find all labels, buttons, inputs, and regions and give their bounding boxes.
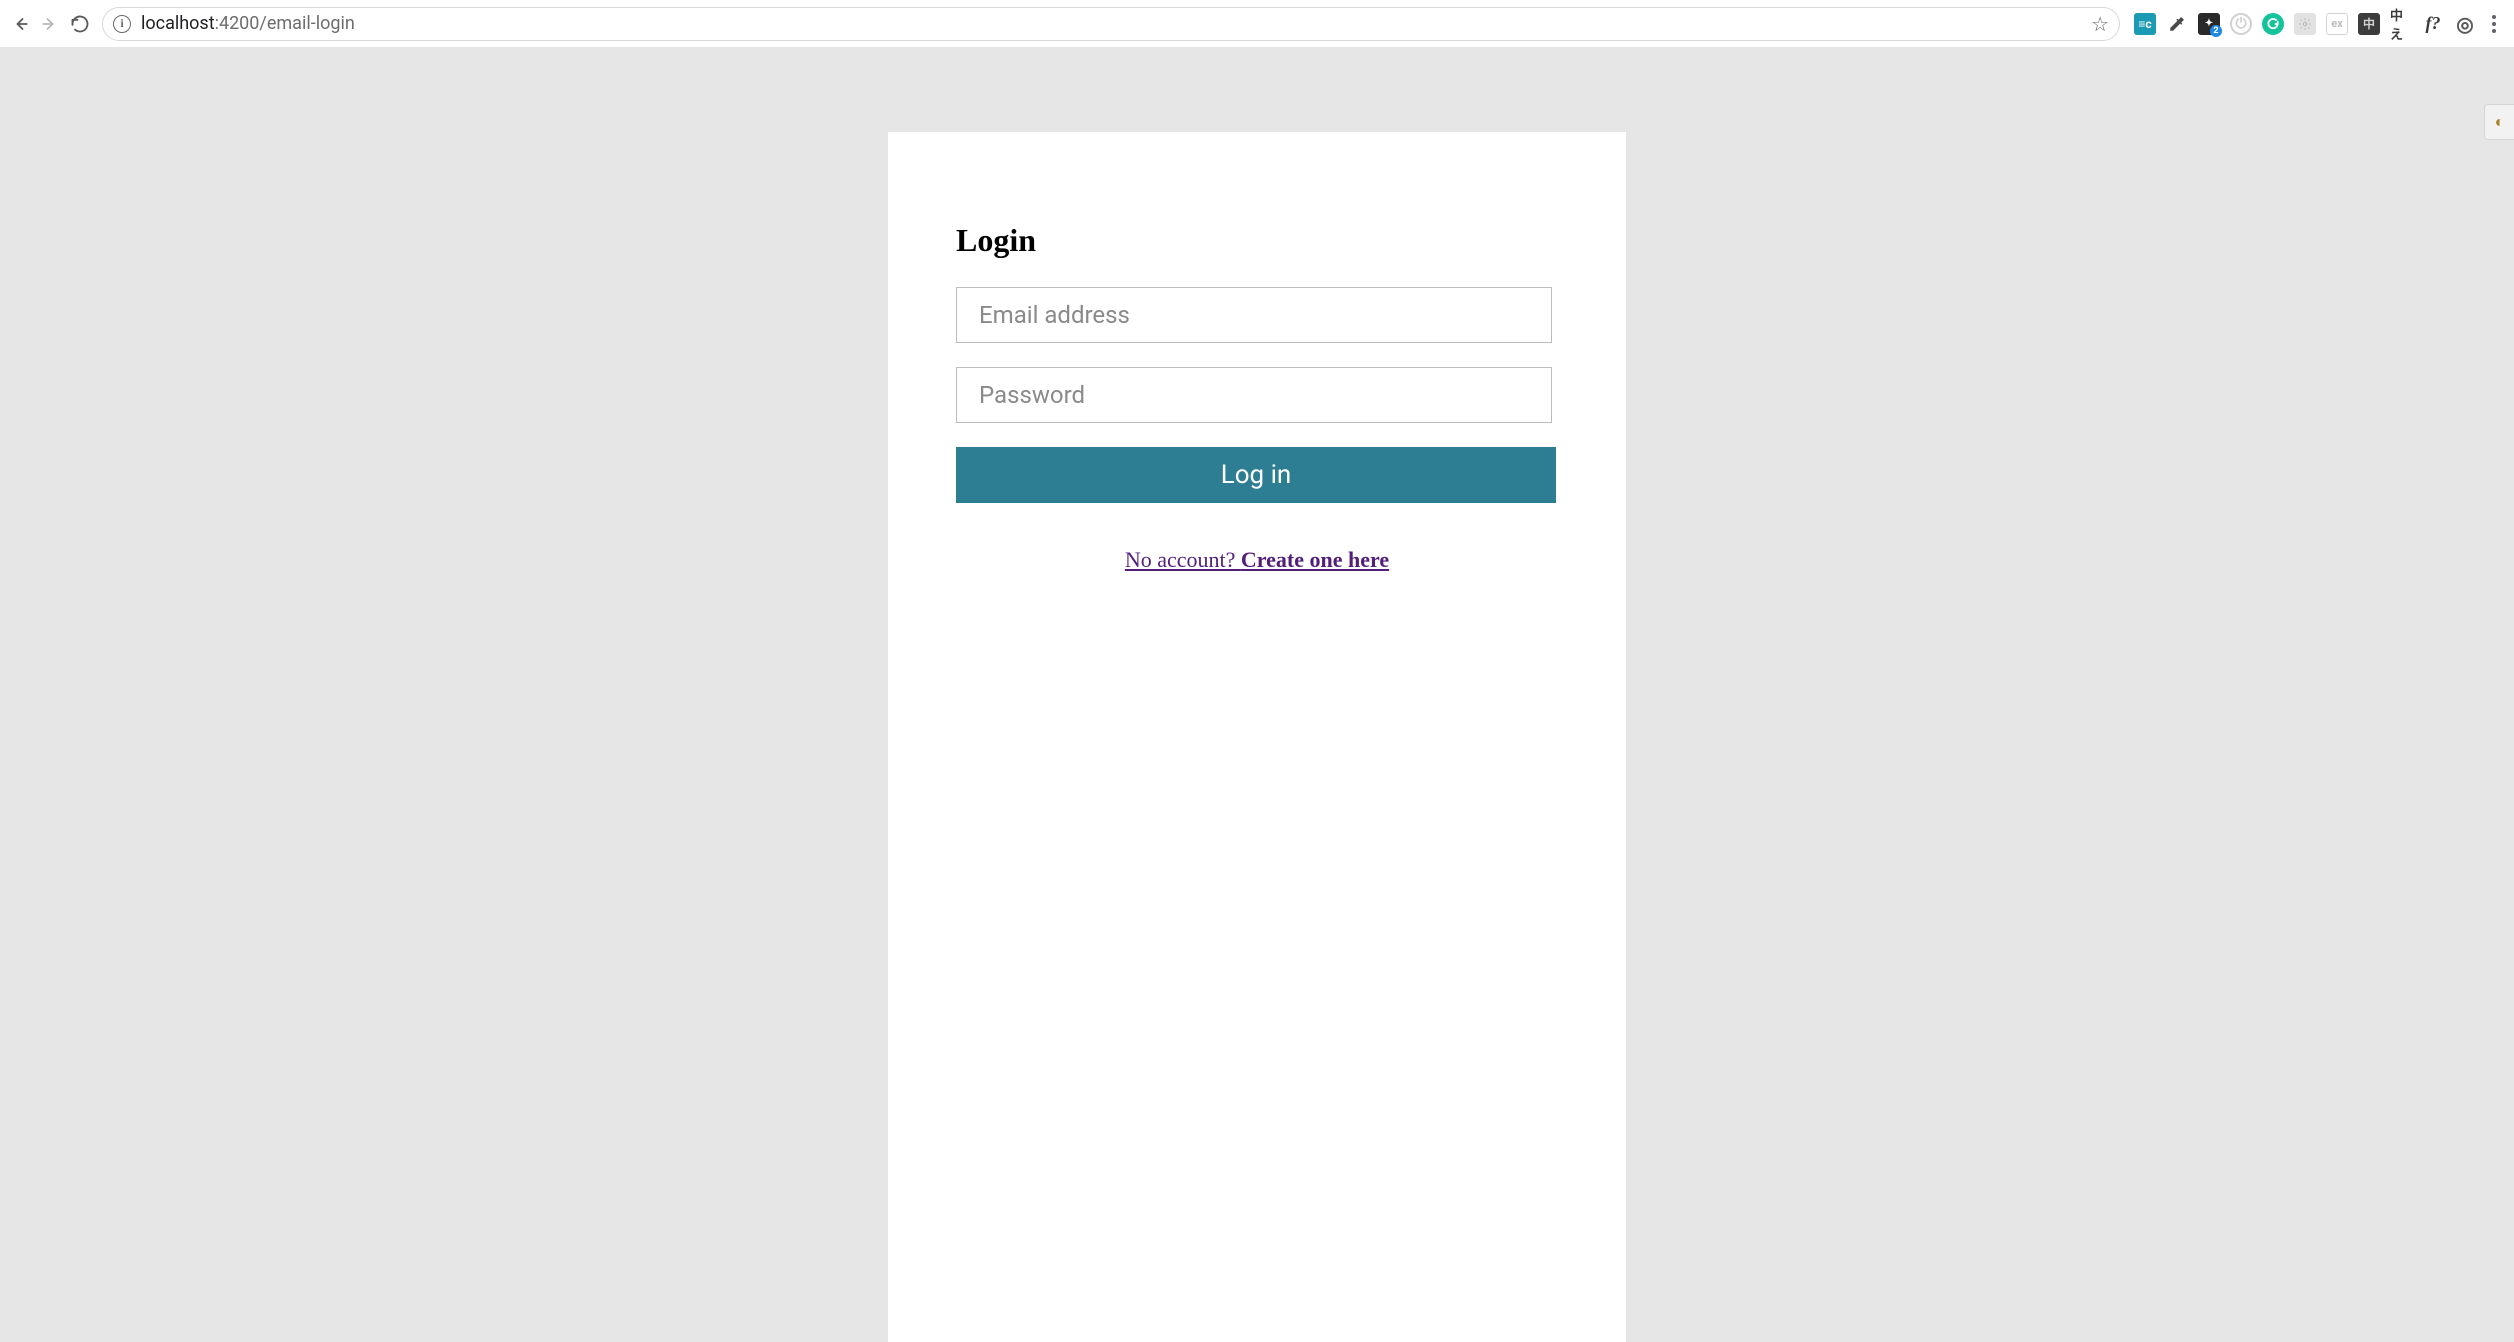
address-bar[interactable]: i localhost:4200/email-login ☆ (102, 7, 2120, 41)
url-host: localhost (141, 13, 215, 34)
eyedropper-icon[interactable] (2166, 13, 2188, 35)
signup-row: No account? Create one here (956, 547, 1558, 573)
url-text: localhost:4200/email-login (141, 13, 2081, 34)
floating-badge-icon[interactable]: ◐ (2484, 104, 2514, 140)
signup-link[interactable]: No account? Create one here (1125, 547, 1389, 572)
extension-icon[interactable]: 中 (2358, 13, 2380, 35)
email-field[interactable] (956, 287, 1552, 343)
extension-icon[interactable]: f? (2422, 13, 2444, 35)
nav-controls (10, 14, 94, 34)
password-field[interactable] (956, 367, 1552, 423)
login-card: Login Log in No account? Create one here (888, 132, 1626, 1342)
extension-icon[interactable]: ≡c (2134, 13, 2156, 35)
login-button[interactable]: Log in (956, 447, 1556, 503)
browser-toolbar: i localhost:4200/email-login ☆ ≡c ✦ ⏻ ex… (0, 0, 2514, 48)
forward-button[interactable] (40, 14, 60, 34)
extension-icon[interactable] (2294, 13, 2316, 35)
grammarly-icon[interactable] (2262, 13, 2284, 35)
extension-icon[interactable]: ⏻ (2230, 13, 2252, 35)
page-viewport: ◐ Login Log in No account? Create one he… (0, 48, 2514, 1342)
back-button[interactable] (10, 14, 30, 34)
reload-button[interactable] (70, 14, 90, 34)
extension-icon[interactable]: ✦ (2198, 13, 2220, 35)
bookmark-star-icon[interactable]: ☆ (2091, 12, 2109, 36)
page-title: Login (956, 222, 1558, 259)
signup-cta: Create one here (1241, 547, 1389, 572)
signup-prefix: No account? (1125, 547, 1241, 572)
extension-icon[interactable]: 中え (2390, 13, 2412, 35)
extension-icons: ≡c ✦ ⏻ ex 中 中え f? ◎ (2128, 13, 2476, 35)
extension-icon[interactable]: ex (2326, 13, 2348, 35)
extension-icon[interactable]: ◎ (2454, 13, 2476, 35)
browser-menu-button[interactable] (2484, 15, 2504, 33)
site-info-icon[interactable]: i (113, 15, 131, 33)
url-path: :4200/email-login (215, 13, 355, 34)
